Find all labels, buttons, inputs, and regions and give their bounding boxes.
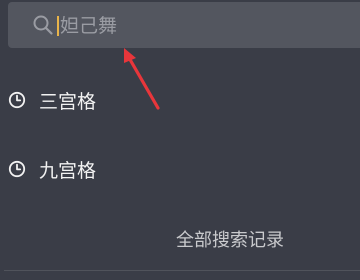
all-search-history-button[interactable]: 全部搜索记录 [176, 226, 284, 252]
search-input[interactable] [60, 12, 340, 40]
clock-icon [8, 91, 26, 109]
search-icon [33, 15, 53, 35]
history-item-sangongge[interactable]: 三宫格 [8, 80, 96, 120]
history-item-label: 九宫格 [39, 159, 97, 182]
annotation-arrow [124, 48, 160, 110]
search-bar[interactable] [8, 2, 360, 48]
history-item-jiugongge[interactable]: 九宫格 [8, 149, 96, 189]
history-item-label: 三宫格 [39, 90, 97, 113]
clock-icon [8, 160, 26, 178]
bottom-divider [4, 270, 360, 271]
text-caret [57, 16, 59, 36]
